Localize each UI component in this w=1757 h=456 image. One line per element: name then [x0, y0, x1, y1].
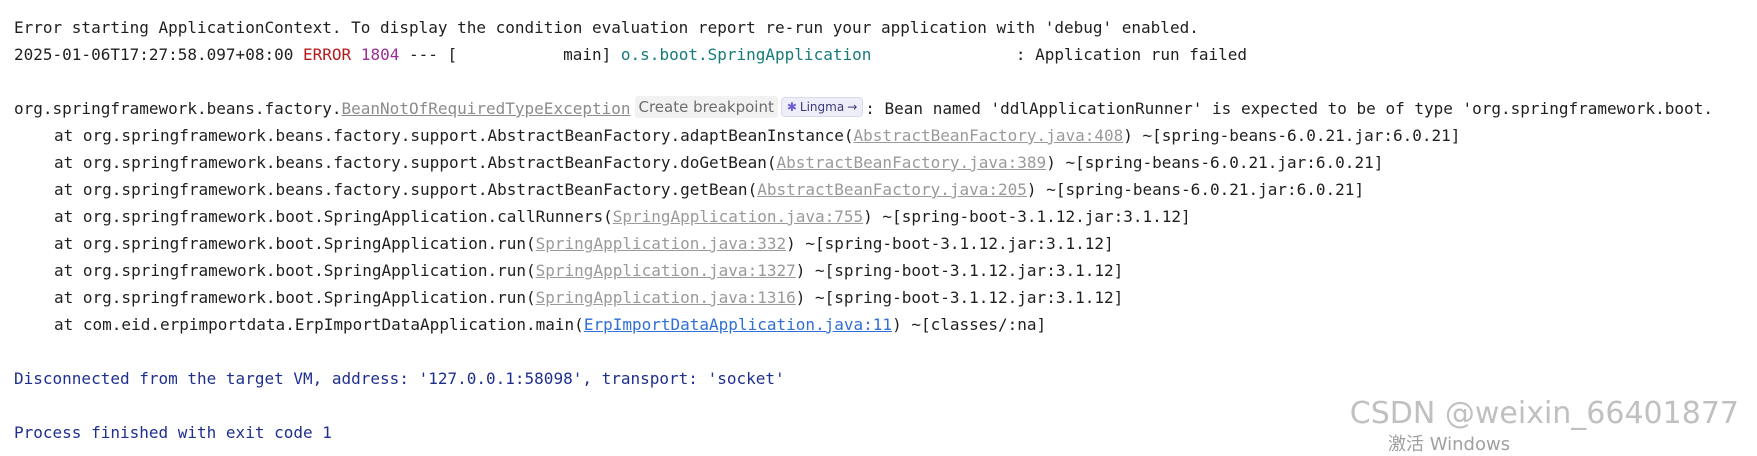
exception-message: : Bean named 'ddlApplicationRunner' is e…: [865, 99, 1713, 118]
stack-frame-method: at org.springframework.boot.SpringApplic…: [54, 261, 536, 280]
stack-frame-jar: ) ~[spring-boot-3.1.12.jar:3.1.12]: [795, 261, 1124, 280]
stack-frame-jar: ) ~[spring-boot-3.1.12.jar:3.1.12]: [786, 234, 1114, 253]
stack-frame: at org.springframework.boot.SpringApplic…: [14, 257, 1757, 284]
stack-frame-method: at org.springframework.beans.factory.sup…: [54, 180, 758, 199]
console-line-log-entry: 2025-01-06T17:27:58.097+08:00 ERROR 1804…: [14, 41, 1757, 68]
console-line-disconnected: Disconnected from the target VM, address…: [14, 369, 785, 388]
console-line-error-context: Error starting ApplicationContext. To di…: [14, 18, 1199, 37]
stack-frame-jar: ) ~[spring-beans-6.0.21.jar:6.0.21]: [1046, 153, 1384, 172]
log-gap: [871, 45, 1016, 64]
stack-frame-method: at org.springframework.boot.SpringApplic…: [54, 288, 536, 307]
console-output: Error starting ApplicationContext. To di…: [14, 14, 1757, 446]
stack-frame: at org.springframework.beans.factory.sup…: [14, 122, 1757, 149]
stack-frame-source-link[interactable]: AbstractBeanFactory.java:389: [776, 153, 1046, 172]
stack-frame: at org.springframework.beans.factory.sup…: [14, 176, 1757, 203]
stack-frame: at org.springframework.boot.SpringApplic…: [14, 284, 1757, 311]
stack-frame-jar: ) ~[spring-beans-6.0.21.jar:6.0.21]: [1026, 180, 1365, 199]
console-line-exception: org.springframework.beans.factory.BeanNo…: [14, 95, 1757, 122]
log-logger: o.s.boot.SpringApplication: [620, 45, 872, 64]
activate-windows-watermark: 激活 Windows: [1388, 434, 1511, 455]
stack-frame-jar: ) ~[classes/:na]: [892, 315, 1047, 334]
lingma-icon: ✱: [786, 100, 797, 114]
exception-package: org.springframework.beans.factory.: [14, 99, 342, 118]
log-thread: main]: [457, 45, 621, 64]
stack-frame-source-link[interactable]: SpringApplication.java:755: [613, 207, 863, 226]
stack-frame-method: at org.springframework.boot.SpringApplic…: [54, 207, 613, 226]
csdn-watermark: CSDN @weixin_66401877: [1349, 396, 1739, 431]
stack-frame-method: at com.eid.erpimportdata.ErpImportDataAp…: [54, 315, 584, 334]
stack-frame-jar: ) ~[spring-beans-6.0.21.jar:6.0.21]: [1123, 126, 1461, 145]
arrow-right-icon: →: [847, 100, 858, 114]
stack-frame: at org.springframework.beans.factory.sup…: [14, 149, 1757, 176]
stack-frame: at com.eid.erpimportdata.ErpImportDataAp…: [14, 311, 1757, 338]
log-message: : Application run failed: [1015, 45, 1248, 64]
stack-frame-source-link[interactable]: SpringApplication.java:1327: [536, 261, 796, 280]
create-breakpoint-button[interactable]: Create breakpoint: [634, 96, 778, 118]
stack-frame-jar: ) ~[spring-boot-3.1.12.jar:3.1.12]: [795, 288, 1124, 307]
stack-frame-source-link[interactable]: ErpImportDataApplication.java:11: [584, 315, 892, 334]
log-pid: 1804: [360, 45, 400, 64]
lingma-label: Lingma: [799, 100, 845, 114]
stack-frame-source-link[interactable]: AbstractBeanFactory.java:205: [757, 180, 1027, 199]
stack-frame: at org.springframework.boot.SpringApplic…: [14, 230, 1757, 257]
stack-frame-method: at org.springframework.boot.SpringApplic…: [54, 234, 536, 253]
exception-type-link[interactable]: BeanNotOfRequiredTypeException: [342, 99, 631, 118]
stack-frame-method: at org.springframework.beans.factory.sup…: [54, 153, 777, 172]
stack-frame-source-link[interactable]: SpringApplication.java:1316: [536, 288, 796, 307]
log-level: ERROR: [303, 45, 352, 64]
stack-frame-method: at org.springframework.beans.factory.sup…: [54, 126, 854, 145]
log-separator: --- [: [399, 45, 458, 64]
lingma-button[interactable]: ✱ Lingma →: [780, 97, 864, 117]
stack-frame-source-link[interactable]: SpringApplication.java:332: [536, 234, 786, 253]
stack-frame: at org.springframework.boot.SpringApplic…: [14, 203, 1757, 230]
log-timestamp: 2025-01-06T17:27:58.097+08:00: [14, 45, 294, 64]
stack-frame-source-link[interactable]: AbstractBeanFactory.java:408: [854, 126, 1124, 145]
stack-frame-jar: ) ~[spring-boot-3.1.12.jar:3.1.12]: [863, 207, 1191, 226]
